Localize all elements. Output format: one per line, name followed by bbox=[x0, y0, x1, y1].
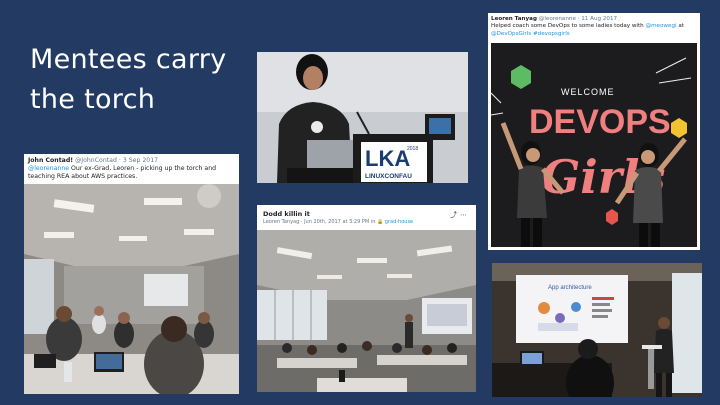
post-meta: Leoren Tanyag · Jun 20th, 2017 at 3:29 P… bbox=[263, 219, 414, 225]
speaker-photo-graphic: LKA 2018 LINUXCONFAU bbox=[257, 52, 468, 183]
tweet-handle: @leorenanne bbox=[538, 16, 576, 22]
classroom-photo-graphic bbox=[24, 184, 239, 394]
tweet-john-header: John Contad! @JohnContad · 3 Sep 2017 @l… bbox=[28, 157, 217, 180]
channel-icon: 🔒 bbox=[376, 219, 384, 225]
office-photo-graphic bbox=[257, 230, 476, 392]
tweet-handle: @JohnContad bbox=[75, 157, 117, 164]
tweet-mention[interactable]: @leorenanne bbox=[28, 165, 69, 172]
app-architecture-graphic: App architecture bbox=[492, 263, 702, 397]
photo-app-architecture: App architecture bbox=[492, 263, 702, 397]
mural-devops-text: DEVOPS bbox=[529, 103, 671, 141]
devops-girls-photo: WELCOME DEVOPS Girls bbox=[491, 43, 697, 247]
tweet-date: 11 Aug 2017 bbox=[581, 16, 618, 22]
screen-heading: App architecture bbox=[548, 285, 592, 291]
post-dodd-killin-it: Dodd killin it ⤴⋯ Leoren Tanyag · Jun 20… bbox=[257, 205, 476, 392]
tweet-mention[interactable]: @meowegi bbox=[646, 23, 677, 29]
office-presentation-photo bbox=[257, 230, 476, 392]
devops-girls-graphic: WELCOME DEVOPS Girls bbox=[491, 43, 697, 247]
tweet-leoren-devops-girls: Leoren Tanyag @leorenanne · 11 Aug 2017 … bbox=[488, 13, 700, 250]
post-actions: ⤴⋯ bbox=[450, 210, 470, 220]
tweet-leoren-header: Leoren Tanyag @leorenanne · 11 Aug 2017 … bbox=[491, 16, 684, 37]
tweet-date: 3 Sep 2017 bbox=[122, 157, 159, 164]
share-icon[interactable]: ⤴ bbox=[450, 211, 460, 219]
more-icon[interactable]: ⋯ bbox=[460, 211, 470, 219]
tweet-text-at: at bbox=[678, 23, 684, 30]
tweet-author: Leoren Tanyag bbox=[491, 16, 537, 22]
post-date: Jun 20th, 2017 at 3:29 PM in bbox=[304, 219, 376, 225]
lca-year-text: 2018 bbox=[407, 146, 418, 152]
lca-tagline-text: LINUXCONFAU bbox=[365, 173, 412, 180]
lca-logo-text: LKA bbox=[365, 146, 410, 171]
post-author: Leoren Tanyag bbox=[263, 219, 300, 225]
mural-welcome-text: WELCOME bbox=[561, 87, 615, 97]
post-channel[interactable]: grad-house bbox=[385, 219, 413, 225]
post-title: Dodd killin it bbox=[263, 210, 310, 218]
tweet-author: John Contad! bbox=[28, 157, 74, 164]
slide-title-line-1: Mentees carry bbox=[30, 44, 227, 75]
tweet-text: Helped coach some DevOps to some ladies … bbox=[491, 23, 644, 30]
classroom-photo bbox=[24, 184, 239, 394]
tweet-tags[interactable]: @DevOpsGirls #devopsgirls bbox=[491, 31, 570, 37]
photo-speaker-lca: LKA 2018 LINUXCONFAU bbox=[257, 52, 468, 183]
slide-title-line-2: the torch bbox=[30, 84, 156, 115]
tweet-john-contad: John Contad! @JohnContad · 3 Sep 2017 @l… bbox=[24, 154, 239, 394]
slide-title: Mentees carry the torch bbox=[30, 40, 250, 120]
